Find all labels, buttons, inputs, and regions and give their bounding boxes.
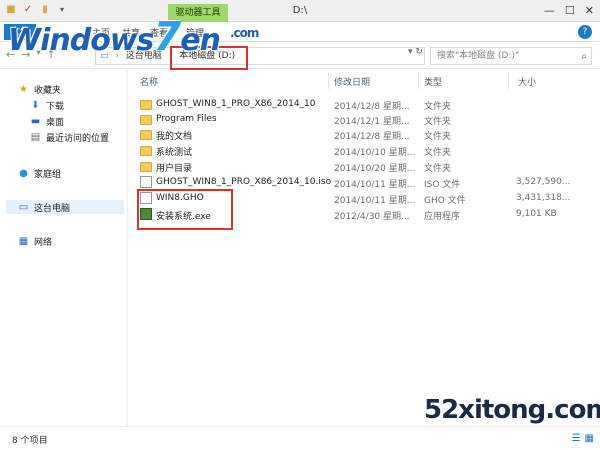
sidebar-item-desktop[interactable]: ▬ 桌面	[30, 114, 64, 128]
network-icon: ▦	[18, 235, 29, 247]
folder-icon	[140, 100, 152, 110]
column-header-modified[interactable]: 修改日期	[334, 75, 370, 88]
file-size: 3,431,318...	[516, 193, 571, 203]
sidebar-item-homegroup[interactable]: ● 家庭组	[18, 166, 61, 180]
file-type: 文件夹	[424, 117, 452, 127]
file-name: GHOST_WIN8_1_PRO_X86_2014_10	[156, 99, 316, 109]
desktop-icon: ▬	[30, 115, 41, 127]
recent-places-icon: ▤	[30, 131, 41, 143]
file-date: 2014/10/10 星期...	[334, 148, 416, 158]
file-type: GHO 文件	[424, 196, 466, 206]
file-date: 2012/4/30 星期...	[334, 212, 410, 222]
file-type: 应用程序	[424, 212, 461, 222]
table-row[interactable]: Program Files 2014/12/1 星期... 文件夹	[138, 112, 578, 127]
highlight-box-files	[137, 189, 233, 230]
details-view-icon[interactable]: ☰	[572, 433, 581, 444]
file-size: 3,527,590...	[516, 177, 571, 187]
file-date: 2014/12/8 星期...	[334, 132, 410, 142]
window-controls: — ☐ ✕	[544, 4, 594, 17]
search-icon[interactable]: ⌕	[581, 49, 587, 65]
disc-image-icon	[140, 176, 152, 188]
star-icon: ★	[19, 83, 28, 95]
file-type: 文件夹	[424, 132, 452, 142]
file-date: 2014/12/1 星期...	[334, 117, 410, 127]
file-date: 2014/10/11 星期...	[334, 196, 416, 206]
refresh-icon[interactable]: ↻	[415, 47, 423, 57]
file-name: 系统测试	[156, 148, 193, 158]
download-icon: ⬇	[31, 99, 40, 111]
sidebar-item-this-pc[interactable]: ▭ 这台电脑	[6, 200, 124, 214]
view-switcher: ☰ ▦	[572, 433, 594, 444]
file-size: 9,101 KB	[516, 209, 557, 219]
navigation-pane: ★ 收藏夹 ⬇ 下载 ▬ 桌面 ▤ 最近访问的位置 ● 家庭组 ▭ 这台电脑 ▦…	[0, 70, 128, 426]
table-row[interactable]: 我的文档 2014/12/8 星期... 文件夹	[138, 127, 578, 142]
chevron-down-icon[interactable]: ▾	[408, 47, 413, 57]
sidebar-item-network[interactable]: ▦ 网络	[18, 234, 52, 248]
large-icons-view-icon[interactable]: ▦	[585, 433, 594, 444]
column-header-type[interactable]: 类型	[424, 75, 442, 88]
item-count: 8 个项目	[12, 436, 48, 446]
maximize-button[interactable]: ☐	[565, 4, 575, 17]
folder-icon	[140, 130, 152, 140]
file-date: 2014/10/11 星期...	[334, 180, 416, 190]
sidebar-item-favorites[interactable]: ★ 收藏夹	[18, 82, 61, 96]
site-watermark: 52xitong.com	[424, 395, 600, 425]
column-header-size[interactable]: 大小	[518, 75, 536, 88]
table-row[interactable]: 系统测试 2014/10/10 星期... 文件夹	[138, 143, 578, 158]
sidebar-item-recent[interactable]: ▤ 最近访问的位置	[30, 130, 109, 144]
status-bar: 8 个项目 ☰ ▦	[0, 426, 600, 450]
windows7en-watermark: Windows7en .com	[8, 14, 259, 60]
file-type: 文件夹	[424, 148, 452, 158]
table-row[interactable]: GHOST_WIN8_1_PRO_X86_2014_10 2014/12/8 星…	[138, 97, 578, 112]
table-row[interactable]: 用户目录 2014/10/20 星期... 文件夹	[138, 159, 578, 174]
folder-icon	[140, 146, 152, 156]
computer-icon: ▭	[18, 201, 29, 213]
column-header-row: 名称 修改日期 类型 大小	[138, 73, 593, 89]
folder-icon	[140, 162, 152, 172]
minimize-button[interactable]: —	[544, 4, 555, 17]
folder-icon	[140, 115, 152, 125]
file-name: 我的文档	[156, 132, 193, 142]
file-type: 文件夹	[424, 102, 452, 112]
file-name: GHOST_WIN8_1_PRO_X86_2014_10.iso	[156, 177, 332, 187]
sidebar-item-downloads[interactable]: ⬇ 下载	[30, 98, 64, 112]
file-name: Program Files	[156, 114, 217, 124]
search-input[interactable]: 搜索"本地磁盘 (D:)" ⌕	[430, 47, 592, 65]
file-type: 文件夹	[424, 164, 452, 174]
file-date: 2014/12/8 星期...	[334, 102, 410, 112]
column-header-name[interactable]: 名称	[140, 75, 158, 88]
address-controls: ▾ ↻	[408, 47, 423, 57]
file-name: 用户目录	[156, 164, 193, 174]
table-row[interactable]: GHOST_WIN8_1_PRO_X86_2014_10.iso 2014/10…	[138, 175, 578, 190]
homegroup-icon: ●	[19, 167, 28, 179]
search-placeholder: 搜索"本地磁盘 (D:)"	[437, 51, 520, 61]
file-date: 2014/10/20 星期...	[334, 164, 416, 174]
file-type: ISO 文件	[424, 180, 461, 190]
close-button[interactable]: ✕	[585, 4, 594, 17]
help-icon[interactable]: ?	[578, 25, 592, 39]
